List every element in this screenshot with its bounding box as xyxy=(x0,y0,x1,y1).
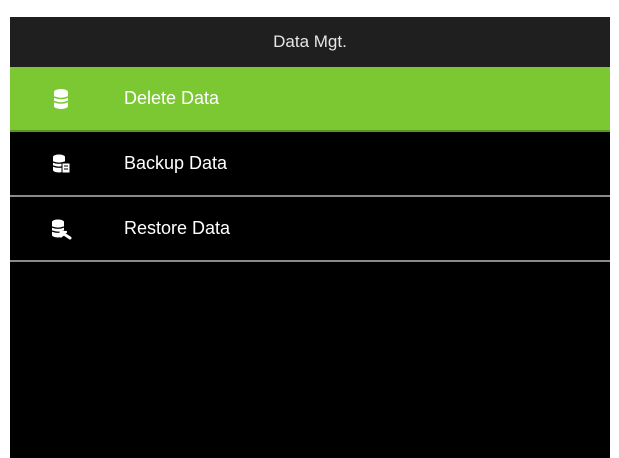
page-title: Data Mgt. xyxy=(273,32,347,51)
menu-item-backup-data[interactable]: Backup Data xyxy=(10,132,610,197)
data-mgt-menu: Delete Data Backup Data Restore Data xyxy=(10,67,610,262)
menu-item-delete-data[interactable]: Delete Data xyxy=(10,67,610,132)
device-screen: Data Mgt. Delete Data Backup Data Restor… xyxy=(10,17,610,458)
restore-data-icon xyxy=(50,218,72,240)
delete-data-icon xyxy=(50,88,72,110)
menu-item-label: Backup Data xyxy=(124,153,228,173)
empty-area xyxy=(10,262,610,458)
title-bar: Data Mgt. xyxy=(10,17,610,67)
menu-item-label: Restore Data xyxy=(124,218,231,238)
menu-item-label: Delete Data xyxy=(124,88,220,108)
backup-data-icon xyxy=(50,153,72,175)
menu-item-restore-data[interactable]: Restore Data xyxy=(10,197,610,262)
